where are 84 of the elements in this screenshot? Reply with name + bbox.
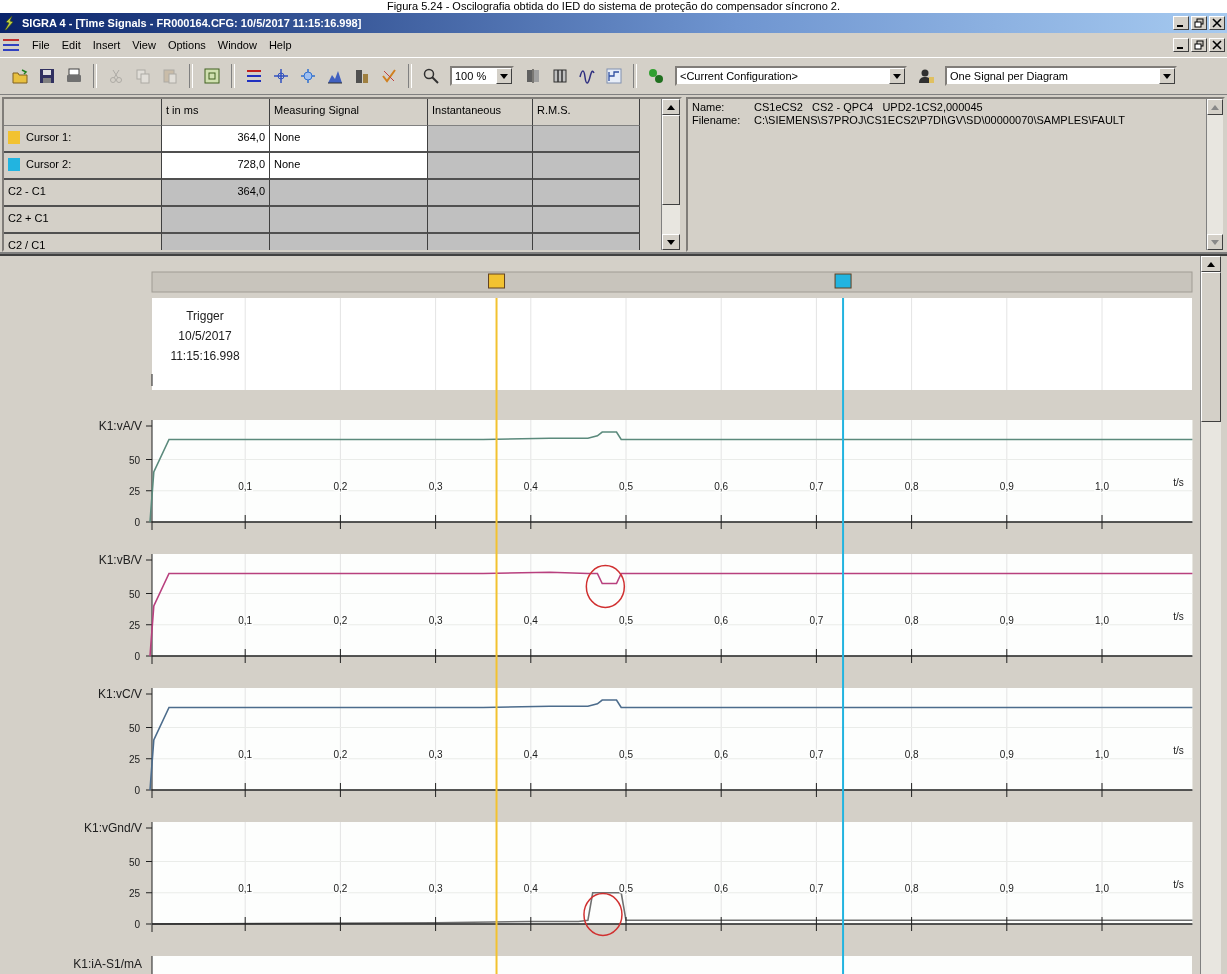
tick-label: 0,7 [809,615,824,626]
file-path: C:\SIEMENS\S7PROJ\CS1ECS2\P7DI\GV\SD\00000070\SAMPLES\FAULT [754,114,1125,127]
tick-label: 50 [128,856,140,868]
tick-label: 0,3 [428,481,443,492]
tick-label: 50 [128,588,140,600]
signal-label: K1:vA/V [98,420,142,433]
signal-label: K1:vB/V [98,554,142,567]
tick-label: 0,8 [904,749,919,760]
tick-label: 0,2 [333,615,348,626]
tick-label: 0 [134,651,140,662]
field-label: Name: [692,101,726,114]
tick-label: 25 [128,619,140,631]
tick-label: 0,9 [999,481,1014,492]
tick-label: 25 [128,753,140,765]
tick-label: 0,4 [523,883,538,894]
column-header: t in ms [162,99,270,126]
signal-label: K1:vGnd/V [83,822,142,835]
signal-label: K1:iA-S1/mA [73,957,142,971]
signal-label: K1:vC/V [98,688,142,701]
tick-label: 50 [128,454,140,466]
column-header: Measuring Signal [270,99,428,126]
tick-label: 0,6 [714,883,729,894]
tick-label: 25 [128,887,140,899]
tick-label: 0,4 [523,615,538,626]
axis-title: t/s [1173,879,1184,890]
table-cell: 364,0 [162,180,270,207]
tick-label: 0,6 [714,615,729,626]
tick-label: 0,7 [809,749,824,760]
axis-title: t/s [1173,611,1184,622]
column-header: R.M.S. [533,99,640,126]
tick-label: 0,2 [333,883,348,894]
tick-label: 0 [134,517,140,528]
table-cell: None [270,126,428,153]
table-cell: None [270,153,428,180]
table-cell: 728,0 [162,153,270,180]
row-label: C2 - C1 [8,185,46,197]
tick-label: 0,8 [904,481,919,492]
tick-label: 25 [128,485,140,497]
tick-label: 0,3 [428,615,443,626]
tick-label: 0,2 [333,481,348,492]
tick-label: 0,4 [523,749,538,760]
tick-label: 0,9 [999,615,1014,626]
tick-label: 0,2 [333,749,348,760]
tick-label: 1,0 [1095,883,1109,894]
table-cell: 364,0 [162,126,270,153]
row-label: C2 / C1 [8,239,46,250]
axis-title: t/s [1173,745,1184,756]
tick-label: 0,3 [428,883,443,894]
tick-label: 1,0 [1095,481,1109,492]
column-header: Instantaneous [428,99,533,126]
field-label: Filename: [692,114,742,127]
tick-label: 1,0 [1095,749,1109,760]
tick-label: 0,6 [714,749,729,760]
tick-label: 0,7 [809,883,824,894]
trigger-text: 11:15:16.998 [170,349,240,363]
tick-label: 0,5 [619,481,633,492]
tick-label: 0,9 [999,749,1014,760]
tick-label: 0,6 [714,481,729,492]
recording-name: CS1eCS2 CS2 - QPC4 UPD2-1CS2,000045 [754,101,983,114]
tick-label: 0,5 [619,749,633,760]
tick-label: 0,8 [904,883,919,894]
trigger-text: 10/5/2017 [178,329,232,343]
tick-label: 0 [134,919,140,930]
tick-label: 1,0 [1095,615,1109,626]
axis-title: t/s [1173,477,1184,488]
tick-label: 0,8 [904,615,919,626]
trigger-text: Trigger [186,309,224,323]
tick-label: 0,1 [238,749,253,760]
tick-label: 0,1 [238,615,253,626]
window-title: SIGRA 4 - [Time Signals - FR000164.CFG: 10/5/2017 11:15:16.998] [22,17,362,29]
tick-label: 0,7 [809,481,824,492]
tick-label: 0,5 [619,883,633,894]
figure-caption: Figura 5.24 - Oscilografia obtida do IED do sistema de proteção do compensador síncrono 2. [385,0,842,13]
tick-label: 0,5 [619,615,633,626]
tick-label: 0,9 [999,883,1014,894]
row-label: C2 + C1 [8,212,49,224]
tick-label: 0,3 [428,749,443,760]
tick-label: 0,1 [238,883,253,894]
tick-label: 0,1 [238,481,253,492]
tick-label: 0 [134,785,140,796]
row-label: Cursor 2: [26,158,72,170]
tick-label: 0,4 [523,481,538,492]
row-label: Cursor 1: [26,131,72,143]
tick-label: 50 [128,722,140,734]
